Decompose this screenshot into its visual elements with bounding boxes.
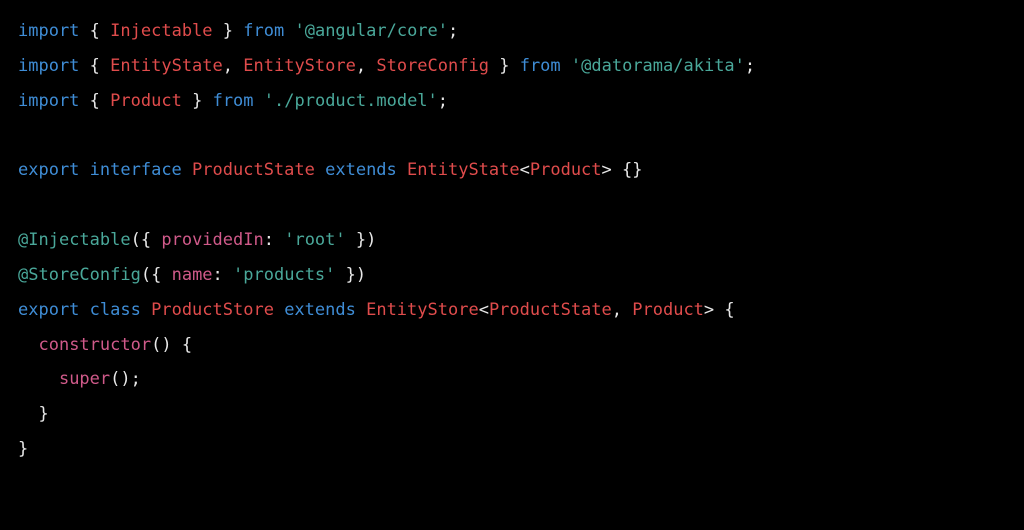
brace-open: { [90, 21, 100, 41]
string-products: 'products' [233, 265, 335, 285]
brace-close: } [223, 21, 233, 41]
identifier-entitystate: EntityState [407, 160, 520, 180]
keyword-extends: extends [284, 300, 356, 320]
keyword-export: export [18, 160, 79, 180]
string-angular-core: '@angular/core' [294, 21, 448, 41]
keyword-from: from [243, 21, 284, 41]
semicolon: ; [448, 21, 458, 41]
brace-open: { [141, 230, 151, 250]
comma: , [612, 300, 622, 320]
decorator-at: @ [18, 265, 28, 285]
angle-open: < [479, 300, 489, 320]
paren-open: ( [151, 335, 161, 355]
comma: , [356, 56, 366, 76]
keyword-extends: extends [325, 160, 397, 180]
semicolon: ; [438, 91, 448, 111]
brace-close: } [346, 265, 356, 285]
identifier-productstate: ProductState [192, 160, 315, 180]
semicolon: ; [131, 369, 141, 389]
keyword-from: from [520, 56, 561, 76]
decorator-at: @ [18, 230, 28, 250]
paren-close: ) [120, 369, 130, 389]
decorator-injectable: Injectable [28, 230, 130, 250]
constructor: constructor [38, 335, 151, 355]
brace-open: { [622, 160, 632, 180]
paren-close: ) [366, 230, 376, 250]
identifier-productstate: ProductState [489, 300, 612, 320]
keyword-import: import [18, 56, 79, 76]
string-root: 'root' [284, 230, 345, 250]
angle-open: < [520, 160, 530, 180]
string-datorama-akita: '@datorama/akita' [571, 56, 745, 76]
paren-open: ( [110, 369, 120, 389]
identifier-injectable: Injectable [110, 21, 212, 41]
keyword-from: from [213, 91, 254, 111]
identifier-product: Product [632, 300, 704, 320]
brace-close: } [499, 56, 509, 76]
identifier-entitystore: EntityStore [243, 56, 356, 76]
colon: : [264, 230, 274, 250]
identifier-product: Product [530, 160, 602, 180]
colon: : [213, 265, 223, 285]
brace-open: { [724, 300, 734, 320]
keyword-export: export [18, 300, 79, 320]
keyword-interface: interface [90, 160, 182, 180]
paren-open: ( [131, 230, 141, 250]
identifier-productstore: ProductStore [151, 300, 274, 320]
angle-close: > [704, 300, 714, 320]
brace-close: } [18, 439, 28, 459]
prop-providedin: providedIn [161, 230, 263, 250]
paren-close: ) [161, 335, 171, 355]
brace-open: { [151, 265, 161, 285]
keyword-class: class [90, 300, 141, 320]
string-product-model: './product.model' [264, 91, 438, 111]
super-call: super [59, 369, 110, 389]
brace-close: } [356, 230, 366, 250]
prop-name: name [172, 265, 213, 285]
brace-open: { [182, 335, 192, 355]
identifier-entitystate: EntityState [110, 56, 223, 76]
keyword-import: import [18, 21, 79, 41]
brace-close: } [192, 91, 202, 111]
paren-close: ) [356, 265, 366, 285]
brace-close: } [632, 160, 642, 180]
comma: , [223, 56, 233, 76]
identifier-storeconfig: StoreConfig [376, 56, 489, 76]
brace-open: { [90, 56, 100, 76]
keyword-import: import [18, 91, 79, 111]
angle-close: > [602, 160, 612, 180]
paren-open: ( [141, 265, 151, 285]
brace-close: } [38, 404, 48, 424]
identifier-product: Product [110, 91, 182, 111]
brace-open: { [90, 91, 100, 111]
identifier-entitystore: EntityStore [366, 300, 479, 320]
decorator-storeconfig: StoreConfig [28, 265, 141, 285]
semicolon: ; [745, 56, 755, 76]
code-block: import { Injectable } from '@angular/cor… [18, 14, 1006, 467]
